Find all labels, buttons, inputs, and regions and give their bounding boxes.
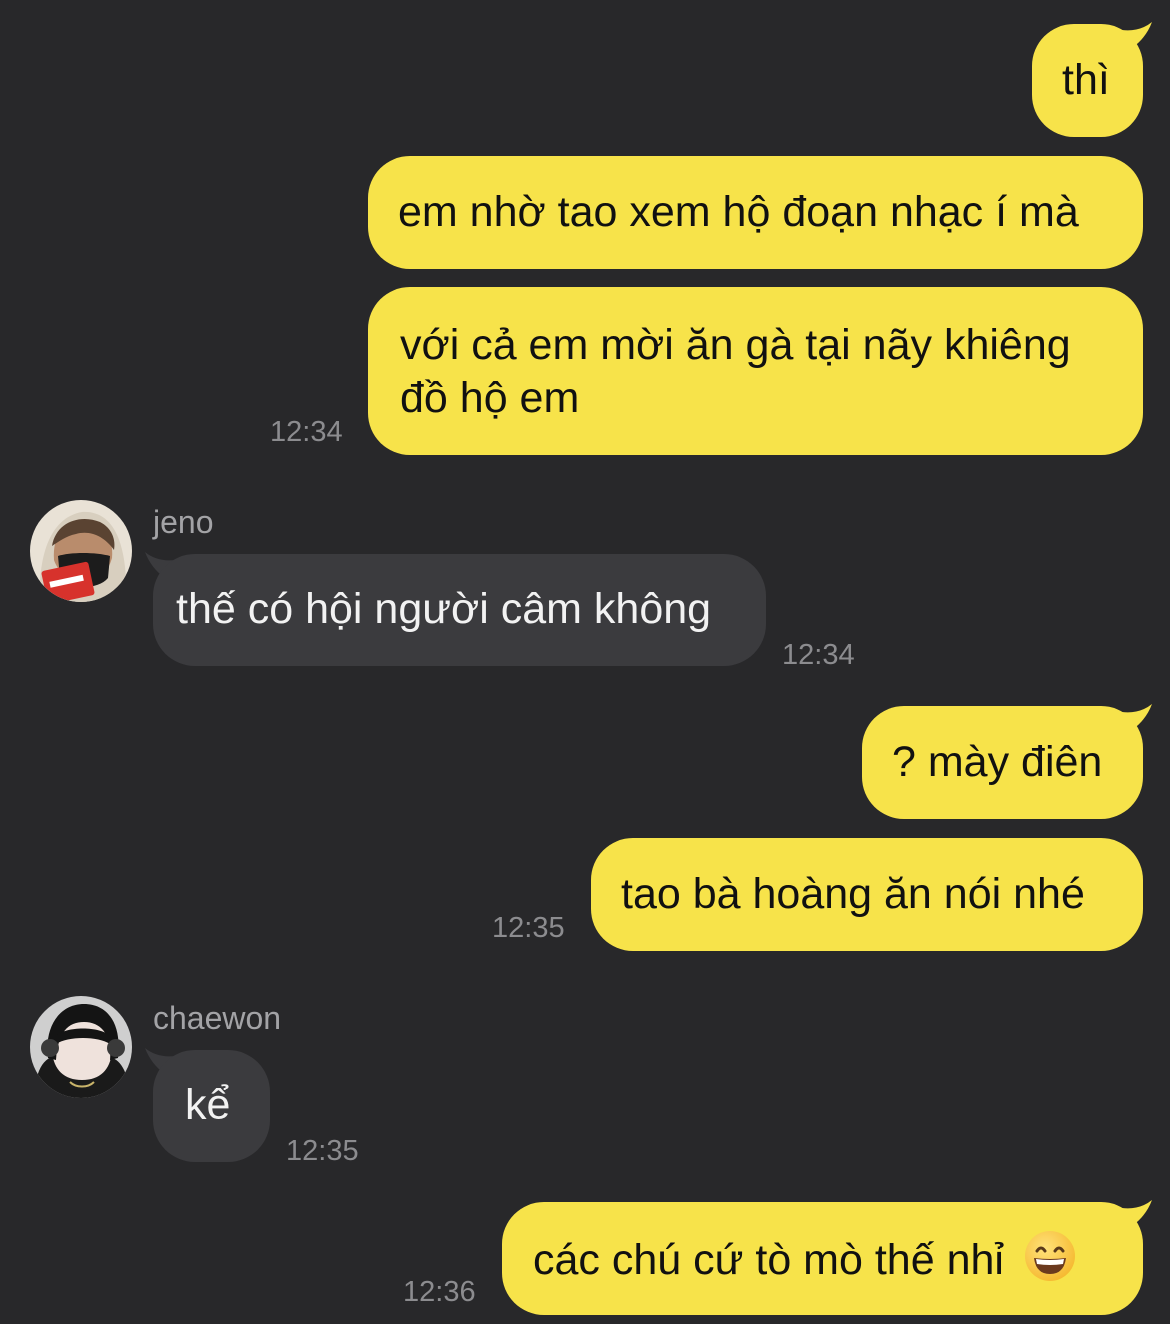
- message-text: em nhờ tao xem hộ đoạn nhạc í mà: [398, 188, 1079, 236]
- message-timestamp: 12:34: [270, 416, 343, 448]
- outgoing-message-bubble[interactable]: với cả em mời ăn gà tại nãy khiêng đồ hộ…: [368, 287, 1143, 455]
- avatar-image: [30, 500, 132, 602]
- message-text: các chú cứ tò mò thế nhỉ: [533, 1236, 1004, 1284]
- avatar-jeno[interactable]: [30, 500, 132, 602]
- message-text: kể: [185, 1081, 231, 1129]
- message-timestamp: 12:35: [492, 912, 565, 944]
- outgoing-message-bubble[interactable]: các chú cứ tò mò thế nhỉ: [502, 1202, 1143, 1315]
- avatar-chaewon[interactable]: [30, 996, 132, 1098]
- grinning-face-emoji-icon: [1024, 1231, 1075, 1281]
- message-timestamp: 12:36: [403, 1276, 476, 1308]
- outgoing-message-bubble[interactable]: tao bà hoàng ăn nói nhé: [591, 838, 1143, 951]
- message-text: thế có hội người câm không: [176, 585, 712, 633]
- message-text: thì: [1062, 56, 1110, 104]
- message-text: tao bà hoàng ăn nói nhé: [621, 870, 1085, 918]
- sender-name: chaewon: [153, 1000, 282, 1036]
- outgoing-message-bubble[interactable]: thì: [1032, 24, 1143, 137]
- message-text: ? mày điên: [892, 738, 1103, 786]
- outgoing-message-bubble[interactable]: em nhờ tao xem hộ đoạn nhạc í mà: [368, 156, 1143, 269]
- incoming-message-bubble[interactable]: thế có hội người câm không: [153, 554, 766, 666]
- incoming-message-bubble[interactable]: kể: [153, 1050, 270, 1162]
- avatar-image: [30, 996, 132, 1098]
- message-timestamp: 12:34: [782, 639, 855, 671]
- sender-name: jeno: [153, 504, 214, 540]
- message-timestamp: 12:35: [286, 1135, 359, 1167]
- message-text: với cả em mời ăn gà tại nãy khiêng đồ hộ…: [400, 321, 1071, 422]
- outgoing-message-bubble[interactable]: ? mày điên: [862, 706, 1143, 819]
